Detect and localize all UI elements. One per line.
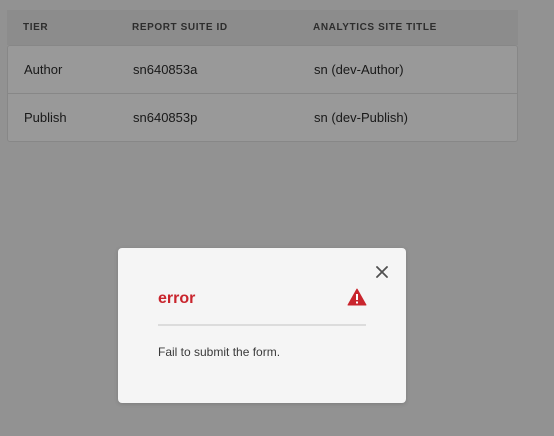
dialog-message: Fail to submit the form.	[158, 345, 281, 359]
dialog-title: error	[158, 290, 196, 307]
alert-icon	[347, 288, 367, 306]
close-icon[interactable]	[375, 265, 389, 279]
dialog-divider	[158, 324, 366, 326]
error-dialog: error Fail to submit the form.	[118, 248, 406, 403]
